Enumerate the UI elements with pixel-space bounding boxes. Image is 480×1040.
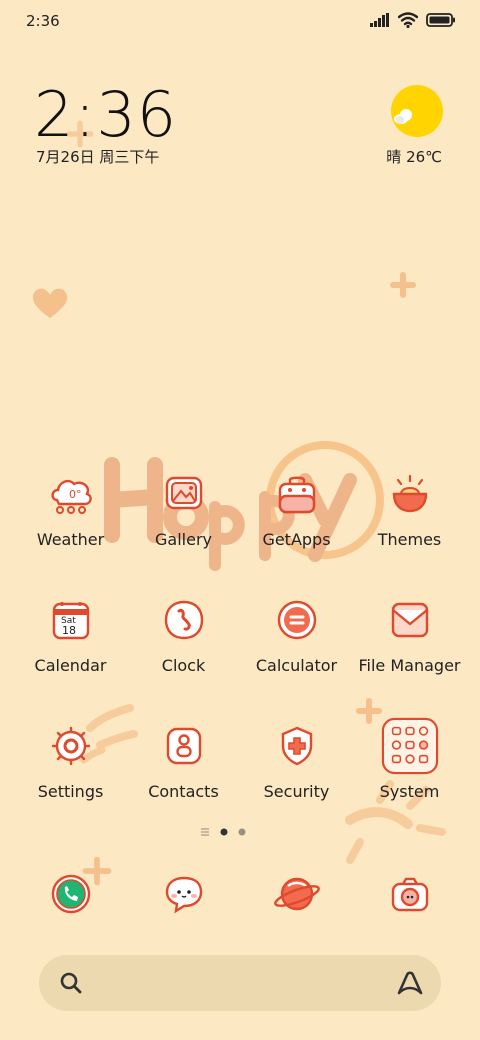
app-settings[interactable]: Settings xyxy=(14,722,127,801)
gallery-icon xyxy=(165,476,202,510)
app-label: File Manager xyxy=(358,656,461,675)
clock-widget-date[interactable]: 7月26日 周三下午 xyxy=(36,146,159,167)
battery-icon xyxy=(426,13,455,27)
sparkle-decoration xyxy=(356,698,382,724)
wifi-icon xyxy=(398,12,418,28)
clock-icon xyxy=(164,600,203,640)
dock-camera[interactable] xyxy=(353,870,466,918)
browser-icon xyxy=(273,877,320,911)
app-label: Settings xyxy=(37,782,104,801)
security-icon xyxy=(281,726,312,766)
settings-icon xyxy=(51,726,90,766)
page-indicator[interactable] xyxy=(200,828,246,836)
signal-icon xyxy=(370,13,389,27)
calendar-icon-day: 18 xyxy=(62,624,76,637)
app-label: Themes xyxy=(377,530,442,549)
calendar-icon: Sat 18 xyxy=(52,602,89,640)
file-manager-icon xyxy=(391,602,428,638)
contacts-icon xyxy=(166,727,201,765)
phone-icon xyxy=(51,874,90,914)
dock-phone[interactable] xyxy=(14,870,127,918)
getapps-icon xyxy=(278,476,315,514)
app-label: Security xyxy=(263,782,330,801)
search-icon[interactable] xyxy=(59,971,83,995)
weather-icon-label: 0° xyxy=(69,488,82,501)
app-security[interactable]: Security xyxy=(240,722,353,801)
dock-messages[interactable] xyxy=(127,870,240,918)
app-gallery[interactable]: Gallery xyxy=(127,470,240,549)
app-calculator[interactable]: Calculator xyxy=(240,596,353,675)
dock xyxy=(0,870,480,920)
search-bar[interactable] xyxy=(39,955,441,1011)
system-folder-icon xyxy=(381,717,438,775)
status-bar: 2:36 xyxy=(0,0,480,42)
assistant-icon[interactable] xyxy=(395,969,425,997)
camera-icon xyxy=(391,877,428,912)
app-label: Gallery xyxy=(155,530,212,549)
app-label: Clock xyxy=(161,656,206,675)
sunny-icon xyxy=(391,85,443,137)
sparkle-decoration xyxy=(390,272,416,298)
app-calendar[interactable]: Sat 18 Calendar xyxy=(14,596,127,675)
weather-icon: 0° xyxy=(50,479,92,514)
page-dot-active xyxy=(220,828,228,836)
app-label: Calendar xyxy=(34,656,107,675)
status-time: 2:36 xyxy=(26,12,60,30)
heart-decoration xyxy=(32,288,68,318)
app-label: System xyxy=(379,782,440,801)
app-label: GetApps xyxy=(262,530,331,549)
app-file-manager[interactable]: File Manager xyxy=(353,596,466,675)
app-themes[interactable]: Themes xyxy=(353,470,466,549)
clock-widget-time[interactable]: 2:36 xyxy=(34,78,177,151)
weather-widget[interactable] xyxy=(390,84,444,138)
app-label: Weather xyxy=(36,530,105,549)
messages-icon xyxy=(165,876,202,914)
app-system-folder[interactable]: System xyxy=(353,717,466,801)
app-label: Contacts xyxy=(148,782,219,801)
calculator-icon xyxy=(277,600,316,640)
menu-lines-icon xyxy=(201,828,209,836)
dock-browser[interactable] xyxy=(240,870,353,918)
themes-icon xyxy=(392,474,427,513)
app-getapps[interactable]: GetApps xyxy=(240,470,353,549)
weather-summary[interactable]: 晴 26℃ xyxy=(386,146,442,167)
app-contacts[interactable]: Contacts xyxy=(127,722,240,801)
app-clock[interactable]: Clock xyxy=(127,596,240,675)
app-label: Calculator xyxy=(255,656,338,675)
app-weather[interactable]: 0° Weather xyxy=(14,470,127,549)
page-dot xyxy=(238,828,246,836)
